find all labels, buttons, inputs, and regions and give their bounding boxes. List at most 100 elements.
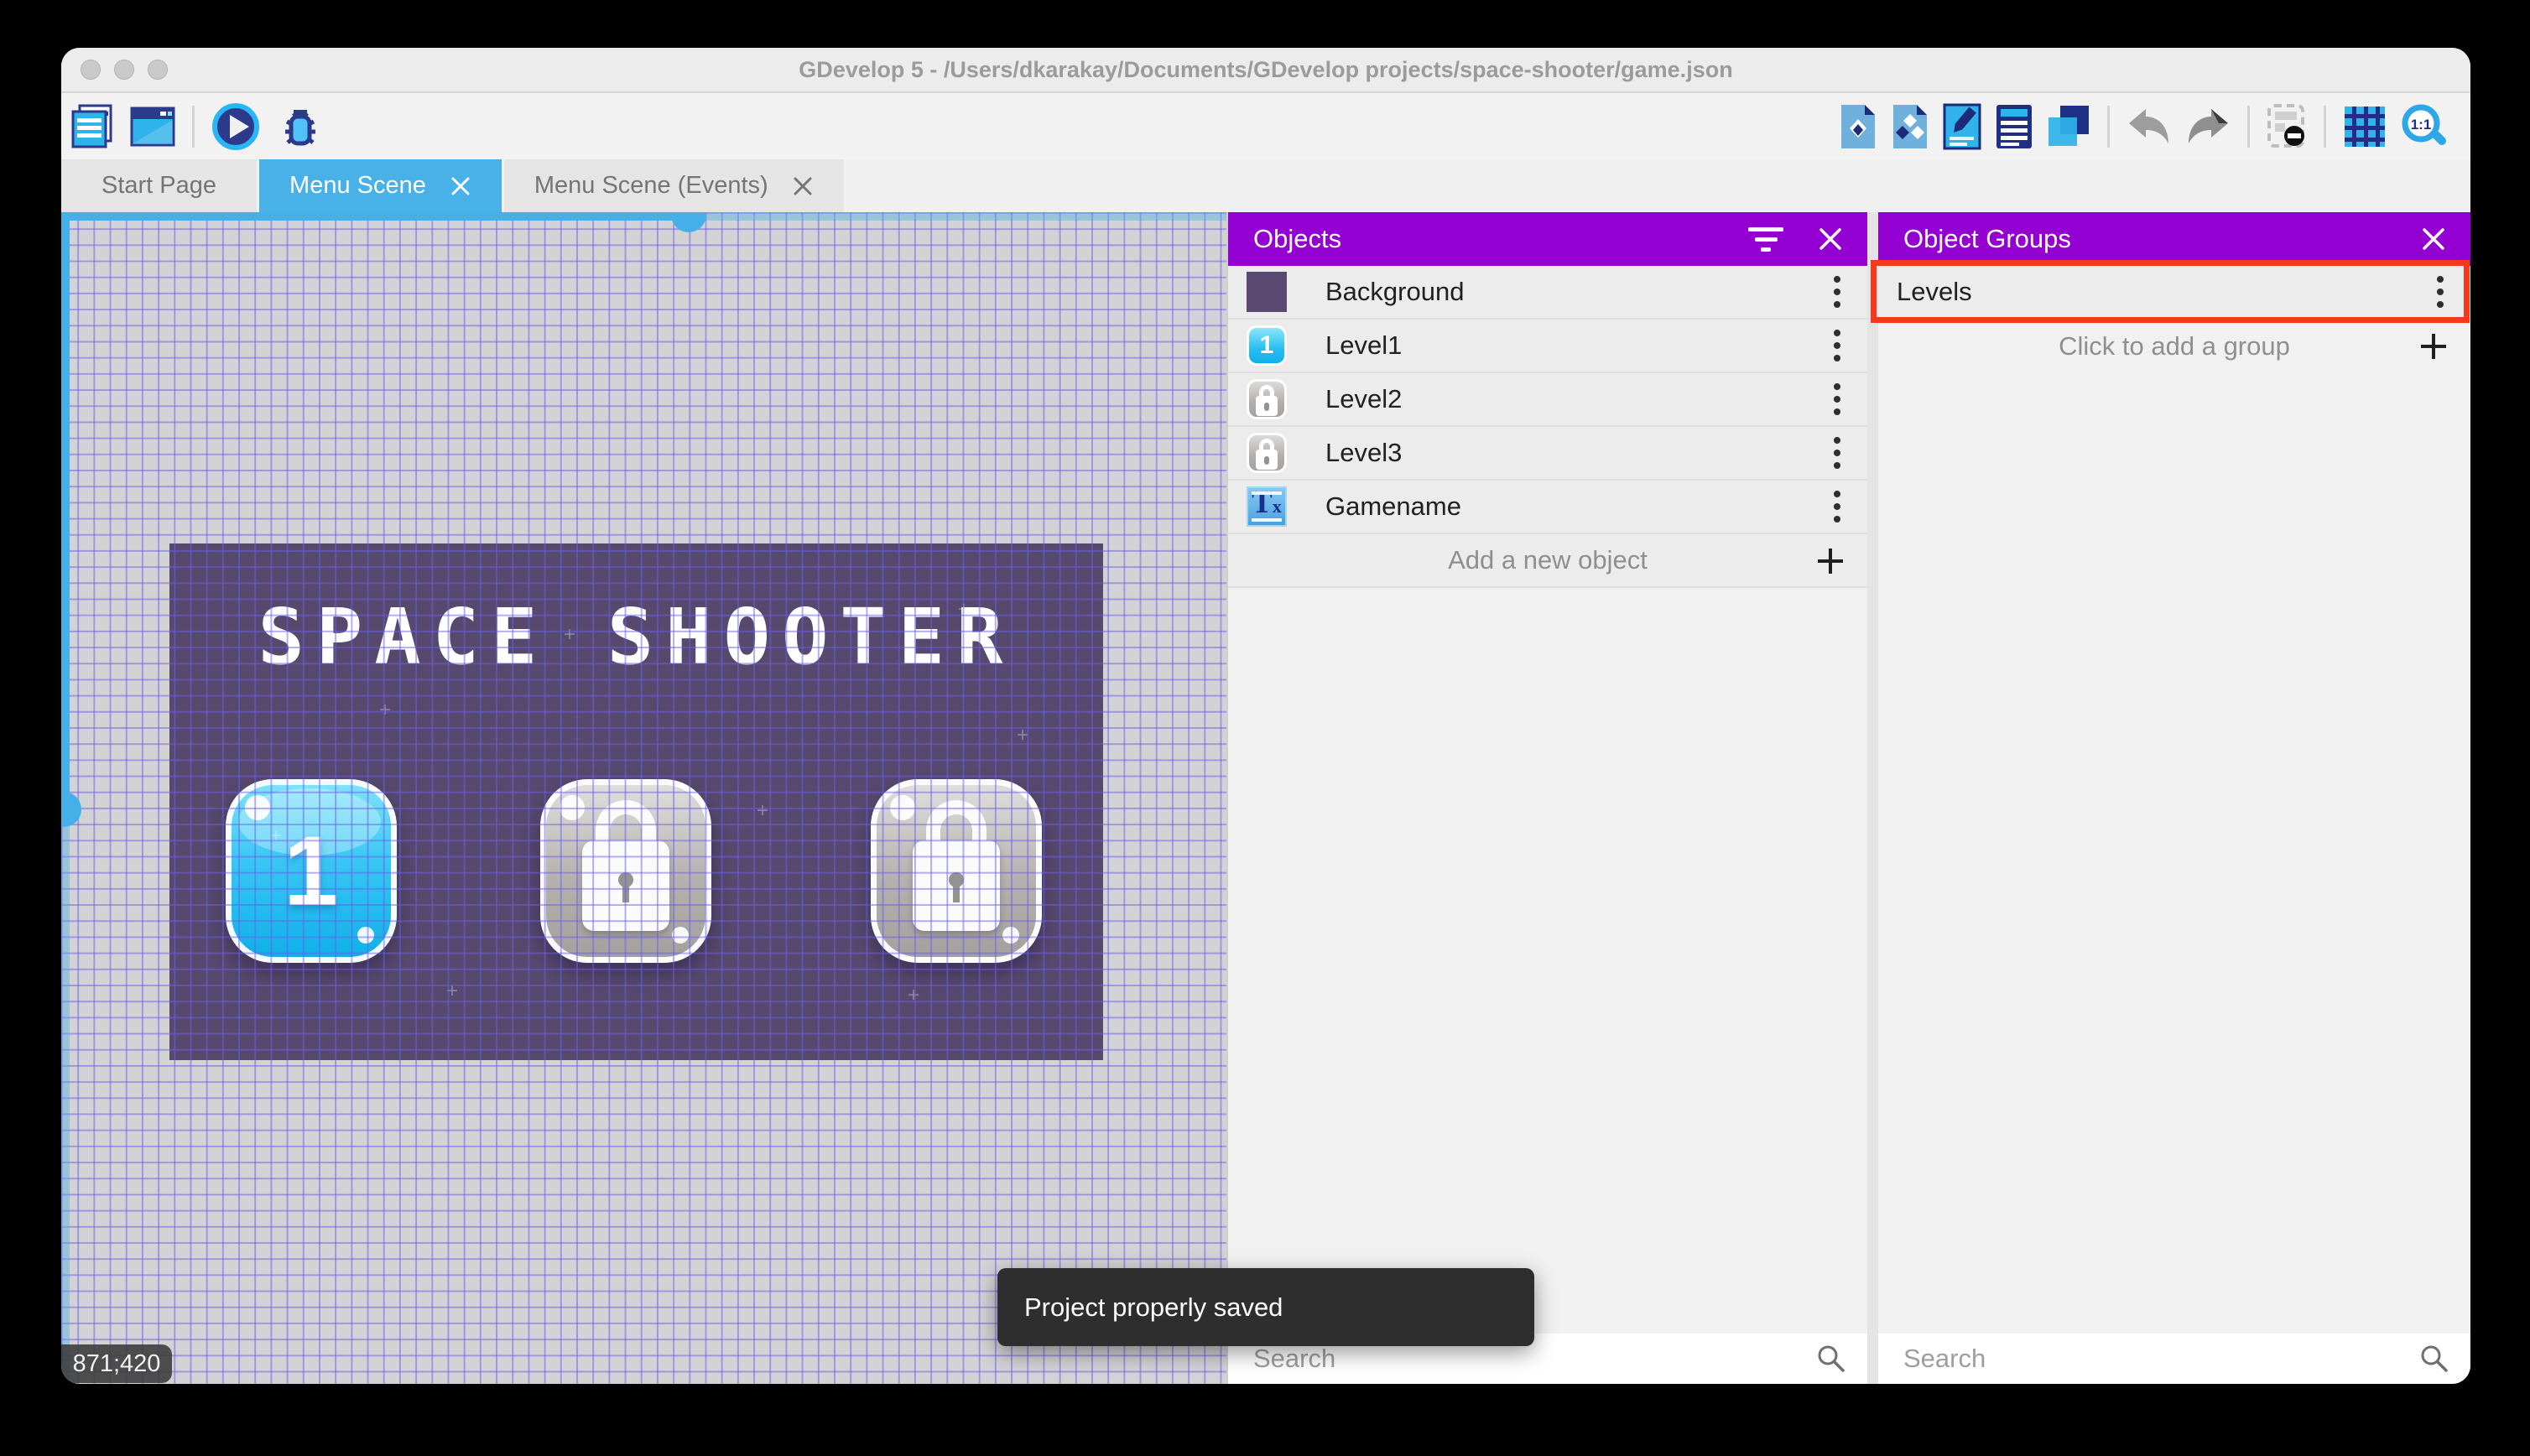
- star-decoration: +: [379, 699, 392, 721]
- groups-search-input[interactable]: [1903, 1344, 2418, 1374]
- toolbar-separator: [2324, 105, 2326, 148]
- search-icon[interactable]: [1815, 1343, 1847, 1375]
- tab-bar: Start Page Menu Scene Menu Scene (Events…: [61, 159, 2470, 212]
- object-groups-panel-title: Object Groups: [1903, 224, 2071, 253]
- object-groups-panel: Object Groups Levels Click to add a grou…: [1871, 212, 2470, 1384]
- vertical-scrollbar[interactable]: [61, 212, 70, 809]
- tab-label: Menu Scene: [289, 172, 426, 199]
- group-row-levels[interactable]: Levels: [1871, 260, 2470, 323]
- star-decoration: +: [446, 980, 459, 1002]
- kebab-menu-icon[interactable]: [1829, 271, 1845, 313]
- objects-panel-header: Objects: [1228, 212, 1867, 266]
- toast-message: Project properly saved: [1024, 1292, 1283, 1322]
- object-groups-panel-header: Object Groups: [1878, 212, 2470, 266]
- gloss-dot: [890, 795, 915, 820]
- app-window-icon[interactable]: [130, 107, 175, 147]
- kebab-menu-icon[interactable]: [2432, 271, 2449, 313]
- horizontal-scrollbar-thumb[interactable]: [671, 212, 706, 232]
- star-decoration: +: [1017, 724, 1029, 746]
- object-name: Gamename: [1325, 491, 1461, 521]
- toolbar-separator: [2247, 105, 2250, 148]
- search-icon[interactable]: [2418, 1343, 2450, 1375]
- star-decoration: +: [564, 623, 576, 646]
- close-tab-icon[interactable]: [450, 175, 471, 197]
- vertical-scrollbar-track[interactable]: [61, 809, 70, 1384]
- close-tab-icon[interactable]: [792, 175, 814, 197]
- toolbar-separator: [2107, 105, 2110, 148]
- horizontal-scrollbar-track[interactable]: [689, 212, 1226, 221]
- level3-button-instance[interactable]: [871, 779, 1042, 963]
- group-name: Levels: [1897, 277, 1972, 306]
- objects-search-input[interactable]: [1253, 1344, 1815, 1374]
- add-object-row[interactable]: Add a new object: [1228, 534, 1867, 588]
- kebab-menu-icon[interactable]: [1829, 486, 1845, 528]
- tab-label: Menu Scene (Events): [534, 172, 768, 199]
- scene-background-instance[interactable]: SPACE SHOOTER + + + + + + + + 1: [169, 543, 1103, 1060]
- tab-label: Start Page: [102, 172, 217, 199]
- level1-thumbnail: 1: [1247, 325, 1287, 366]
- tab-menu-scene[interactable]: Menu Scene: [259, 159, 502, 212]
- gloss-dot: [357, 927, 374, 944]
- star-decoration: +: [757, 799, 769, 822]
- objects-panel-title: Objects: [1253, 224, 1342, 253]
- kebab-menu-icon[interactable]: [1829, 325, 1845, 367]
- object-name: Level1: [1325, 330, 1403, 360]
- instances-list-icon[interactable]: [1995, 103, 2033, 150]
- gamename-thumbnail: Tx: [1247, 486, 1287, 527]
- vertical-scrollbar-thumb[interactable]: [61, 792, 81, 827]
- object-name: Background: [1325, 277, 1465, 306]
- object-name: Level2: [1325, 384, 1403, 413]
- svg-text:1:1: 1:1: [2411, 117, 2432, 133]
- object-groups-editor-icon[interactable]: [1891, 103, 1929, 150]
- gloss-dot: [560, 795, 585, 820]
- horizontal-scrollbar[interactable]: [61, 212, 689, 221]
- project-manager-icon[interactable]: [71, 104, 113, 149]
- preview-play-icon[interactable]: [211, 102, 260, 151]
- object-row-background[interactable]: Background: [1228, 266, 1867, 320]
- level2-button-instance[interactable]: [540, 779, 711, 963]
- add-group-row[interactable]: Click to add a group: [1878, 320, 2470, 373]
- tab-menu-scene-events[interactable]: Menu Scene (Events): [503, 159, 844, 212]
- main-toolbar: 1:1: [61, 93, 2470, 159]
- object-row-level3[interactable]: Level3: [1228, 427, 1867, 481]
- tab-start-page[interactable]: Start Page: [61, 159, 258, 212]
- cursor-coordinates-badge: 871;420: [61, 1344, 172, 1383]
- object-row-level1[interactable]: 1 Level1: [1228, 320, 1867, 373]
- gloss-dot: [1002, 927, 1019, 944]
- close-panel-icon[interactable]: [2420, 226, 2447, 252]
- add-group-label: Click to add a group: [2059, 331, 2290, 361]
- plus-icon[interactable]: [1814, 544, 1847, 585]
- remove-instances-icon[interactable]: [2267, 103, 2307, 150]
- star-decoration: +: [270, 824, 283, 847]
- star-decoration: +: [908, 984, 920, 1006]
- redo-icon[interactable]: [2185, 107, 2231, 146]
- close-panel-icon[interactable]: [1817, 226, 1844, 252]
- kebab-menu-icon[interactable]: [1829, 432, 1845, 474]
- layers-icon[interactable]: [2047, 104, 2090, 149]
- undo-icon[interactable]: [2127, 107, 2172, 146]
- zoom-one-to-one-icon[interactable]: 1:1: [2400, 102, 2449, 151]
- object-row-level2[interactable]: Level2: [1228, 373, 1867, 427]
- window-title: GDevelop 5 - /Users/dkarakay/Documents/G…: [799, 56, 1733, 82]
- save-toast: Project properly saved: [997, 1268, 1534, 1346]
- objects-editor-icon[interactable]: [1839, 103, 1877, 150]
- filter-icon[interactable]: [1748, 226, 1783, 252]
- level3-thumbnail: [1247, 433, 1287, 473]
- grid-icon[interactable]: [2343, 105, 2387, 148]
- gloss-dot: [672, 927, 689, 944]
- debug-icon[interactable]: [277, 103, 324, 150]
- plus-icon[interactable]: [2417, 330, 2450, 370]
- star-decoration: +: [958, 598, 971, 621]
- kebab-menu-icon[interactable]: [1829, 378, 1845, 420]
- titlebar: GDevelop 5 - /Users/dkarakay/Documents/G…: [61, 48, 2470, 93]
- objects-panel: Objects Background 1 Level1 Level2 Level…: [1226, 212, 1867, 1384]
- panel-divider[interactable]: [1867, 212, 1878, 1384]
- level1-button-instance[interactable]: 1: [226, 779, 397, 963]
- object-row-gamename[interactable]: Tx Gamename: [1228, 481, 1867, 534]
- scene-editor-canvas[interactable]: SPACE SHOOTER + + + + + + + + 1 871;420: [61, 212, 1226, 1384]
- add-object-label: Add a new object: [1448, 545, 1648, 575]
- level2-thumbnail: [1247, 379, 1287, 419]
- properties-icon[interactable]: [1943, 103, 1981, 150]
- content-area: SPACE SHOOTER + + + + + + + + 1 871;420 …: [61, 212, 2470, 1384]
- editor-toolbar-group: 1:1: [1839, 102, 2449, 151]
